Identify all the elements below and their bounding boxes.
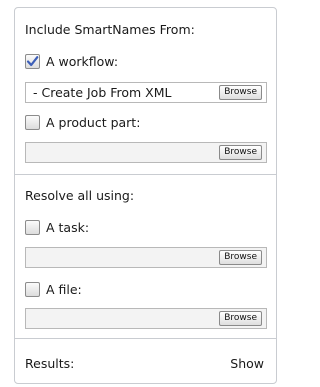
results-label: Results: <box>25 356 75 371</box>
task-checkbox-row[interactable]: A task: <box>25 218 89 236</box>
file-checkbox[interactable] <box>25 281 40 297</box>
workflow-checkbox-row[interactable]: A workflow: <box>25 52 118 70</box>
section-divider <box>15 174 276 175</box>
include-section-title: Include SmartNames From: <box>25 22 195 37</box>
file-label: A file: <box>46 281 82 297</box>
task-label: A task: <box>46 219 90 235</box>
resolve-section-title: Resolve all using: <box>25 188 135 203</box>
product-part-checkbox-row[interactable]: A product part: <box>25 113 140 131</box>
task-browse-button[interactable]: Browse <box>219 250 262 265</box>
file-checkbox-row[interactable]: A file: <box>25 280 82 298</box>
workflow-checkbox[interactable] <box>25 53 40 69</box>
workflow-label: A workflow: <box>46 53 119 69</box>
file-browse-button[interactable]: Browse <box>219 311 262 326</box>
task-field[interactable]: Browse <box>25 247 267 268</box>
results-divider <box>15 338 276 339</box>
workflow-field[interactable]: - Create Job From XML Browse <box>25 82 267 103</box>
product-part-label: A product part: <box>46 114 141 130</box>
checkmark-icon <box>26 55 39 66</box>
task-checkbox[interactable] <box>25 219 40 235</box>
file-field[interactable]: Browse <box>25 308 267 329</box>
product-part-browse-button[interactable]: Browse <box>219 145 262 160</box>
workflow-value: - Create Job From XML <box>33 85 172 100</box>
product-part-field[interactable]: Browse <box>25 142 267 163</box>
workflow-browse-button[interactable]: Browse <box>219 85 262 100</box>
smartnames-panel: Include SmartNames From: A workflow: - C… <box>14 7 277 384</box>
product-part-checkbox[interactable] <box>25 114 40 130</box>
show-results-button[interactable]: Show <box>230 356 264 371</box>
